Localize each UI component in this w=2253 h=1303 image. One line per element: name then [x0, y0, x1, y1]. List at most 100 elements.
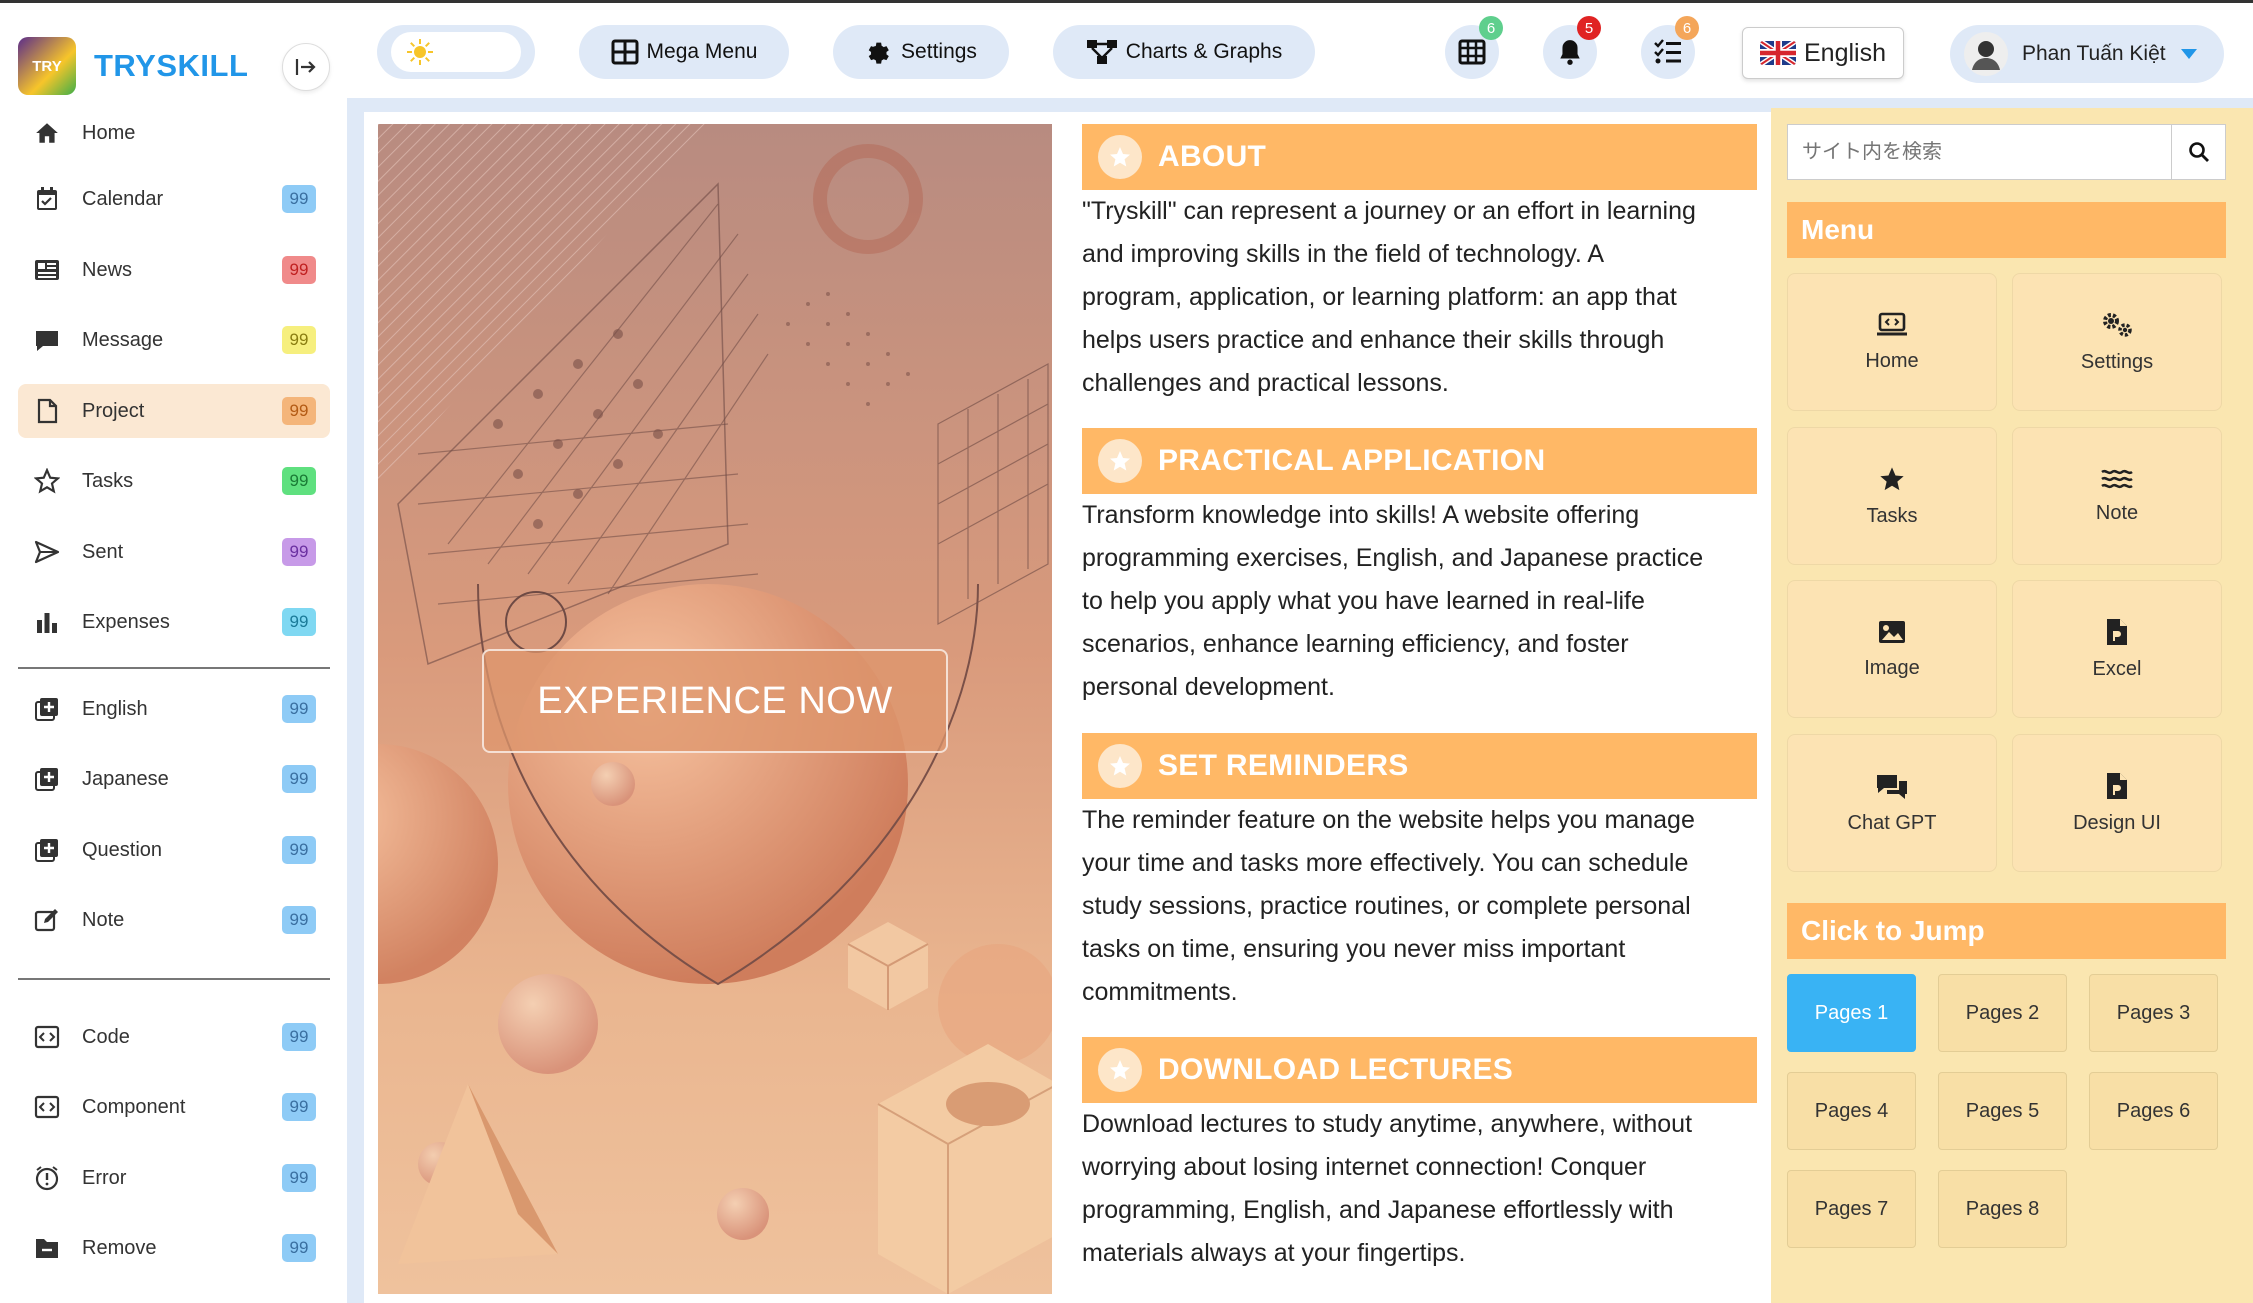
experience-now-button[interactable]: EXPERIENCE NOW — [482, 649, 948, 753]
sidebar-item-sent[interactable]: Sent 99 — [18, 525, 330, 579]
plus-square-icon — [32, 694, 62, 724]
text-line: your time and tasks more effectively. Yo… — [1082, 849, 1689, 877]
page-button-2[interactable]: Pages 2 — [1938, 974, 2067, 1052]
search-input[interactable] — [1788, 125, 2171, 179]
notification-count-badge: 5 — [1577, 16, 1601, 40]
sidebar-item-english[interactable]: English 99 — [18, 682, 330, 736]
sidebar-item-question[interactable]: Question 99 — [18, 823, 330, 877]
text-line: and improving skills in the field of tec… — [1082, 240, 1605, 268]
sidebar-item-code[interactable]: Code 99 — [18, 1010, 330, 1064]
menu-tile-tasks[interactable]: Tasks — [1787, 427, 1997, 565]
settings-button[interactable]: Settings — [833, 25, 1009, 79]
sidebar-item-label: Remove — [82, 1236, 157, 1259]
page-button-7[interactable]: Pages 7 — [1787, 1170, 1916, 1248]
notifications-button[interactable]: 5 — [1543, 16, 1601, 79]
page-button-1[interactable]: Pages 1 — [1787, 974, 1916, 1052]
sidebar-item-label: Calendar — [82, 187, 164, 210]
text-line: Download lectures to study anytime, anyw… — [1082, 1110, 1693, 1138]
menu-tile-chat-gpt[interactable]: Chat GPT — [1787, 734, 1997, 872]
text-line: programming exercises, English, and Japa… — [1082, 544, 1704, 572]
search-icon — [2188, 142, 2209, 162]
caret-down-icon — [2180, 49, 2197, 59]
apps-grid-button[interactable]: 6 — [1445, 16, 1503, 79]
edit-icon — [32, 905, 62, 935]
star-badge-icon — [1098, 439, 1142, 483]
list-check-icon — [1654, 39, 1681, 64]
count-badge: 99 — [282, 326, 316, 354]
text-line: scenarios, enhance learning efficiency, … — [1082, 630, 1629, 658]
collapse-sidebar-button[interactable] — [282, 43, 330, 91]
bar-chart-icon — [32, 607, 62, 637]
text-line: commitments. — [1082, 978, 1238, 1006]
text-line: "Tryskill" can represent a journey or an… — [1082, 197, 1696, 225]
jump-title: Click to Jump — [1787, 903, 2226, 959]
count-badge: 99 — [282, 1023, 316, 1051]
text-line: helps users practice and enhance their s… — [1082, 326, 1665, 354]
section-title: PRACTICAL APPLICATION — [1158, 444, 1546, 477]
tile-label: Note — [2095, 501, 2139, 524]
user-menu[interactable]: Phan Tuấn Kiệt — [1950, 25, 2224, 83]
sidebar-item-tasks[interactable]: Tasks 99 — [18, 454, 330, 508]
task-list-button[interactable]: 6 — [1641, 16, 1699, 79]
sidebar-item-label: English — [82, 697, 148, 720]
menu-tile-image[interactable]: Image — [1787, 580, 1997, 718]
sidebar-item-label: Note — [82, 908, 125, 931]
sidebar-item-note[interactable]: Note 99 — [18, 893, 330, 947]
text-line: Transform knowledge into skills! A websi… — [1082, 501, 1640, 529]
uk-flag-icon — [1760, 41, 1796, 65]
sidebar-item-label: Sent — [82, 540, 124, 563]
sidebar-item-project[interactable]: Project 99 — [18, 384, 330, 438]
sidebar-item-news[interactable]: News 99 — [18, 243, 330, 297]
count-badge: 99 — [282, 836, 316, 864]
menu-tile-home[interactable]: Home — [1787, 273, 1997, 411]
menu-tile-settings[interactable]: Settings — [2012, 273, 2222, 411]
sidebar-item-expenses[interactable]: Expenses 99 — [18, 595, 330, 649]
grid-window-icon — [611, 39, 639, 65]
sidebar-item-japanese[interactable]: Japanese 99 — [18, 752, 330, 806]
page-button-4[interactable]: Pages 4 — [1787, 1072, 1916, 1150]
sidebar-item-calendar[interactable]: Calendar 99 — [18, 172, 330, 226]
sidebar-item-message[interactable]: Message 99 — [18, 313, 330, 367]
file-icon — [2107, 618, 2127, 645]
count-badge: 99 — [282, 1234, 316, 1262]
brand[interactable]: TRY TRYSKILL — [18, 33, 248, 99]
section-body-about: "Tryskill" can represent a journey or an… — [1082, 190, 1762, 405]
count-badge: 99 — [282, 256, 316, 284]
folder-minus-icon — [32, 1233, 62, 1263]
sidebar-item-remove[interactable]: Remove 99 — [18, 1221, 330, 1275]
sidebar-item-component[interactable]: Component 99 — [18, 1080, 330, 1134]
sidebar-item-label: Home — [82, 121, 136, 144]
page-button-6[interactable]: Pages 6 — [2089, 1072, 2218, 1150]
search-button[interactable] — [2171, 125, 2225, 179]
tasks-count-badge: 6 — [1675, 16, 1699, 40]
menu-tile-excel[interactable]: Excel — [2012, 580, 2222, 718]
sidebar-item-home[interactable]: Home — [18, 106, 330, 160]
toggle-track — [391, 32, 521, 72]
page-button-3[interactable]: Pages 3 — [2089, 974, 2218, 1052]
file-icon — [2107, 772, 2127, 799]
text-line: personal development. — [1082, 673, 1335, 701]
text-line: program, application, or learning platfo… — [1082, 283, 1677, 311]
section-header-practical: PRACTICAL APPLICATION — [1082, 428, 1757, 494]
menu-tile-note[interactable]: Note — [2012, 427, 2222, 565]
menu-tile-design-ui[interactable]: Design UI — [2012, 734, 2222, 872]
page-button-5[interactable]: Pages 5 — [1938, 1072, 2067, 1150]
star-badge-icon — [1098, 1048, 1142, 1092]
text-line: materials always at your fingertips. — [1082, 1239, 1466, 1267]
section-header-about: ABOUT — [1082, 124, 1757, 190]
text-line: challenges and practical lessons. — [1082, 369, 1449, 397]
charts-graphs-button[interactable]: Charts & Graphs — [1053, 25, 1315, 79]
sidebar: TRY TRYSKILL Home Calendar 99 News 99 Me… — [0, 0, 347, 1303]
count-badge: 99 — [282, 467, 316, 495]
sidebar-item-error[interactable]: Error 99 — [18, 1151, 330, 1205]
diagram-icon — [1086, 40, 1117, 64]
sidebar-divider — [18, 978, 330, 980]
theme-toggle[interactable] — [377, 25, 535, 79]
mega-menu-button[interactable]: Mega Menu — [579, 25, 789, 79]
page-button-8[interactable]: Pages 8 — [1938, 1170, 2067, 1248]
language-selector[interactable]: English — [1742, 27, 1904, 79]
image-icon — [1879, 620, 1905, 643]
section-header-download: DOWNLOAD LECTURES — [1082, 1037, 1757, 1103]
sidebar-item-label: Code — [82, 1025, 130, 1048]
paper-plane-icon — [32, 537, 62, 567]
